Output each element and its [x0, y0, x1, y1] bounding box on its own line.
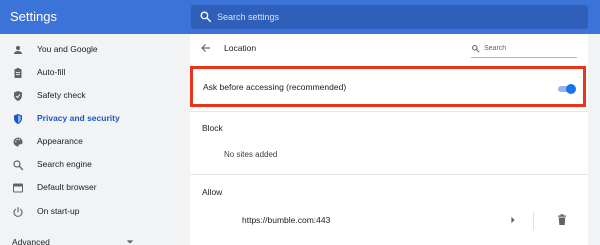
location-search-input[interactable] [484, 42, 574, 54]
sidebar-item-label: On start-up [37, 206, 80, 216]
divider [190, 111, 588, 112]
palette-icon [13, 137, 23, 147]
sidebar-item-label: Appearance [37, 136, 83, 146]
allow-section-label: Allow [202, 187, 223, 197]
sidebar-item-label: You and Google [37, 44, 98, 54]
clipboard-icon [14, 68, 22, 78]
person-icon [14, 45, 22, 54]
block-empty-message: No sites added [224, 150, 278, 159]
block-section-label: Block [202, 123, 223, 133]
sidebar-item-safety-check[interactable]: Safety check [0, 86, 190, 106]
sidebar: You and Google Auto-fill Safety check Pr… [0, 34, 190, 245]
settings-search-box[interactable] [191, 5, 588, 29]
location-search-field[interactable] [471, 42, 577, 58]
allowed-site-row[interactable]: https://bumble.com:443 [190, 212, 588, 234]
sidebar-item-label: Auto-fill [37, 67, 66, 77]
sidebar-item-label: Search engine [37, 159, 92, 169]
ask-before-accessing-toggle[interactable] [558, 84, 576, 94]
app-title: Settings [10, 9, 57, 24]
sidebar-item-label: Safety check [37, 90, 86, 100]
sidebar-item-on-start-up[interactable]: On start-up [0, 202, 190, 222]
location-settings-panel: Location Ask before accessing (recommend… [190, 34, 588, 245]
allowed-site-url: https://bumble.com:443 [242, 215, 331, 225]
shield-icon [14, 114, 22, 124]
sidebar-item-appearance[interactable]: Appearance [0, 132, 190, 152]
sidebar-item-label: Default browser [37, 182, 97, 192]
browser-icon [13, 183, 23, 193]
sidebar-item-privacy-and-security[interactable]: Privacy and security [0, 109, 190, 129]
ask-before-accessing-row[interactable]: Ask before accessing (recommended) [190, 66, 586, 107]
sidebar-item-you-and-google[interactable]: You and Google [0, 40, 190, 60]
panel-header: Location [190, 34, 588, 64]
search-icon [13, 160, 24, 171]
search-icon [200, 11, 212, 23]
toggle-knob [566, 84, 576, 94]
divider [190, 174, 588, 175]
search-icon [472, 45, 480, 53]
ask-before-accessing-label: Ask before accessing (recommended) [203, 82, 347, 92]
shield-check-icon [14, 91, 22, 101]
chevron-right-icon[interactable] [509, 216, 517, 224]
sidebar-item-label: Privacy and security [37, 113, 120, 123]
trash-icon[interactable] [557, 214, 567, 226]
sidebar-item-default-browser[interactable]: Default browser [0, 178, 190, 198]
chevron-down-icon[interactable] [126, 238, 134, 245]
back-arrow-icon[interactable] [200, 42, 212, 54]
page-title: Location [224, 43, 257, 53]
sidebar-item-search-engine[interactable]: Search engine [0, 155, 190, 175]
advanced-section-toggle[interactable]: Advanced [12, 237, 50, 245]
divider [533, 212, 534, 230]
sidebar-item-auto-fill[interactable]: Auto-fill [0, 63, 190, 83]
settings-search-input[interactable] [217, 8, 577, 26]
power-icon [13, 206, 23, 217]
top-bar: Settings [0, 0, 600, 34]
